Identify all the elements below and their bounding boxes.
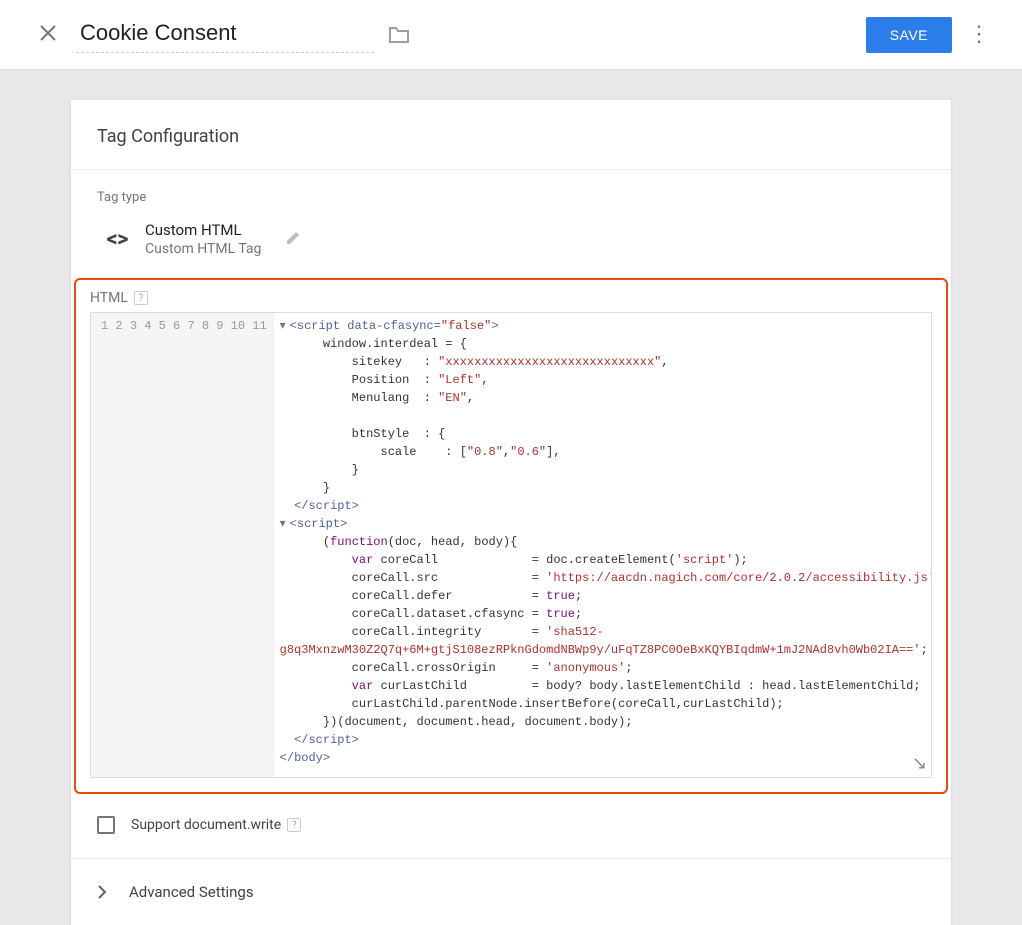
help-icon[interactable]: ? (287, 818, 301, 832)
header-bar: SAVE ⋮ (0, 0, 1022, 70)
tag-type-subtitle: Custom HTML Tag (145, 241, 261, 257)
resize-handle-icon[interactable]: ↘ (912, 753, 927, 775)
html-field-label: HTML (90, 290, 128, 306)
edit-pencil-icon[interactable] (285, 228, 303, 250)
tag-title-input[interactable] (76, 16, 374, 53)
line-gutter: 1 2 3 4 5 6 7 8 9 10 11 (91, 313, 274, 777)
tag-type-row[interactable]: < > Custom HTML Custom HTML Tag (71, 215, 951, 278)
checkbox-label: Support document.write (131, 817, 281, 833)
advanced-settings-toggle[interactable]: Advanced Settings (71, 859, 951, 925)
save-button[interactable]: SAVE (866, 17, 952, 53)
support-document-write-row[interactable]: Support document.write ? (71, 802, 951, 859)
advanced-settings-label: Advanced Settings (129, 883, 254, 901)
chevron-right-icon (97, 885, 107, 899)
html-code-editor[interactable]: 1 2 3 4 5 6 7 8 9 10 11 ▾<script data-cf… (90, 312, 932, 778)
checkbox[interactable] (97, 816, 115, 834)
tag-config-card: Tag Configuration Tag type < > Custom HT… (71, 100, 951, 925)
help-icon[interactable]: ? (134, 291, 148, 305)
folder-icon[interactable] (388, 26, 410, 44)
close-icon[interactable] (30, 14, 66, 55)
tag-type-name: Custom HTML (145, 221, 261, 239)
html-editor-highlight: HTML ? 1 2 3 4 5 6 7 8 9 10 11 ▾<script … (74, 278, 948, 794)
card-title: Tag Configuration (71, 100, 951, 170)
tag-type-label: Tag type (71, 170, 951, 215)
kebab-menu-icon[interactable]: ⋮ (952, 14, 1006, 55)
code-body[interactable]: ▾<script data-cfasync="false"> window.in… (274, 313, 931, 777)
code-brackets-icon: < > (97, 227, 135, 252)
